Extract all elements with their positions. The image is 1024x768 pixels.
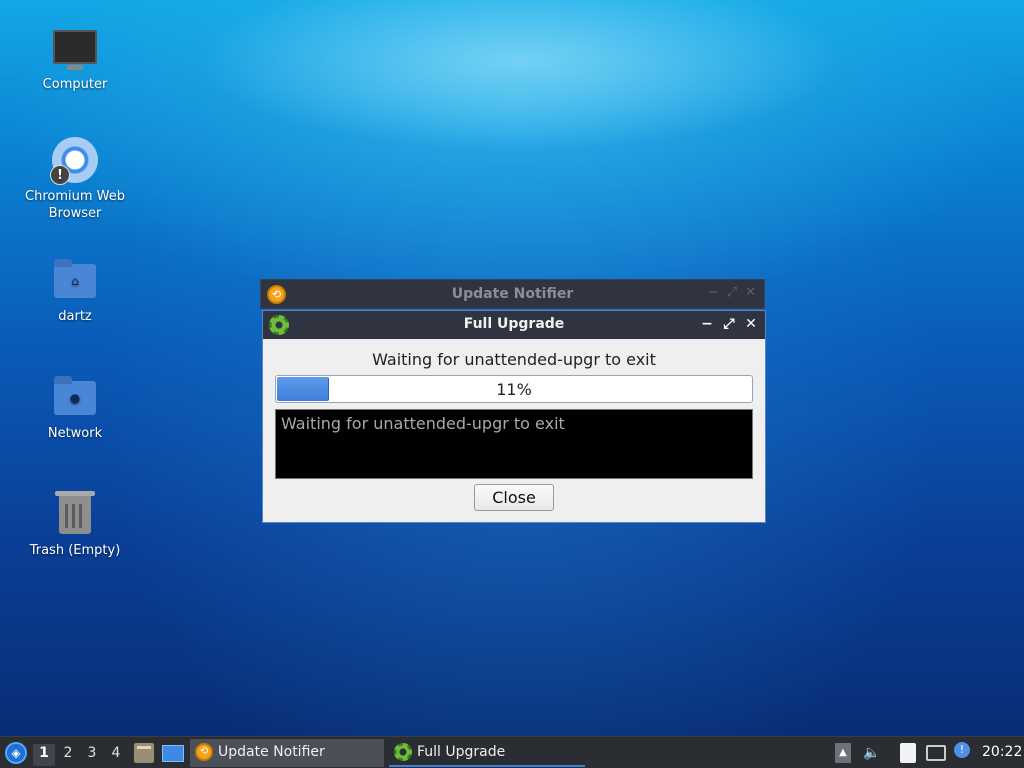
- volume-icon[interactable]: 🔈: [862, 743, 882, 763]
- task-full-upgrade[interactable]: Full Upgrade: [389, 739, 585, 767]
- taskbar: ◈ 1 2 3 4 ⟲ Update Notifier Full Upgrade…: [0, 736, 1024, 768]
- show-desktop-icon[interactable]: [162, 745, 184, 762]
- desktop-icon-label: Network: [47, 426, 103, 441]
- workspace-2[interactable]: 2: [57, 744, 79, 766]
- desktop-icon-network[interactable]: ● Network: [15, 373, 135, 442]
- dialog-titlebar[interactable]: Full Upgrade − ⤢ ✕: [263, 311, 765, 339]
- update-notifier-icon: ⟲: [195, 743, 213, 761]
- full-upgrade-dialog: Full Upgrade − ⤢ ✕ Waiting for unattende…: [262, 310, 766, 523]
- close-window-button[interactable]: ✕: [743, 315, 759, 333]
- desktop-icon-computer[interactable]: Computer: [15, 24, 135, 93]
- clipboard-icon[interactable]: [900, 743, 916, 763]
- status-text: Waiting for unattended-upgr to exit: [372, 350, 656, 369]
- home-folder-icon: ⌂: [51, 256, 99, 304]
- workspace-3[interactable]: 3: [81, 744, 103, 766]
- network-icon[interactable]: [926, 745, 946, 761]
- network-folder-icon: ●: [51, 373, 99, 421]
- maximize-button[interactable]: ⤢: [721, 315, 737, 333]
- progress-bar: 11%: [275, 375, 753, 403]
- computer-icon: [51, 24, 99, 72]
- desktop-icon-label: Trash (Empty): [29, 543, 121, 558]
- window-title: Update Notifier: [451, 286, 574, 302]
- clock[interactable]: 20:22: [982, 744, 1022, 760]
- workspace-4[interactable]: 4: [105, 744, 127, 766]
- desktop-icon-chromium[interactable]: ! Chromium Web Browser: [15, 136, 135, 222]
- desktop-icon-trash[interactable]: Trash (Empty): [15, 490, 135, 559]
- trash-icon: [51, 490, 99, 538]
- desktop-icon-label: Computer: [42, 77, 108, 92]
- desktop-icon-label: Chromium Web Browser: [25, 189, 125, 221]
- minimize-icon[interactable]: −: [708, 285, 719, 300]
- close-button[interactable]: Close: [474, 484, 554, 511]
- dialog-title: Full Upgrade: [463, 316, 565, 332]
- close-icon[interactable]: ✕: [745, 285, 756, 300]
- tray-expand-icon[interactable]: ▲: [835, 743, 851, 763]
- task-update-notifier[interactable]: ⟲ Update Notifier: [190, 739, 384, 767]
- desktop-icon-label: dartz: [58, 309, 92, 324]
- chromium-icon: !: [50, 136, 99, 185]
- maximize-icon[interactable]: ⤢: [727, 285, 737, 300]
- log-output[interactable]: Waiting for unattended-upgr to exit: [275, 409, 753, 479]
- desktop-icon-home[interactable]: ⌂ dartz: [15, 256, 135, 325]
- progress-label: 11%: [496, 380, 532, 399]
- task-label: Full Upgrade: [417, 744, 506, 760]
- start-menu-icon[interactable]: ◈: [5, 742, 27, 764]
- update-available-icon[interactable]: !: [954, 742, 970, 758]
- task-label: Update Notifier: [218, 744, 325, 760]
- gear-icon: [394, 743, 412, 761]
- minimize-button[interactable]: −: [699, 315, 715, 333]
- update-notifier-window[interactable]: ⟲ Update Notifier − ⤢ ✕: [260, 279, 765, 309]
- workspace-1[interactable]: 1: [33, 744, 55, 766]
- file-manager-icon[interactable]: [134, 743, 154, 763]
